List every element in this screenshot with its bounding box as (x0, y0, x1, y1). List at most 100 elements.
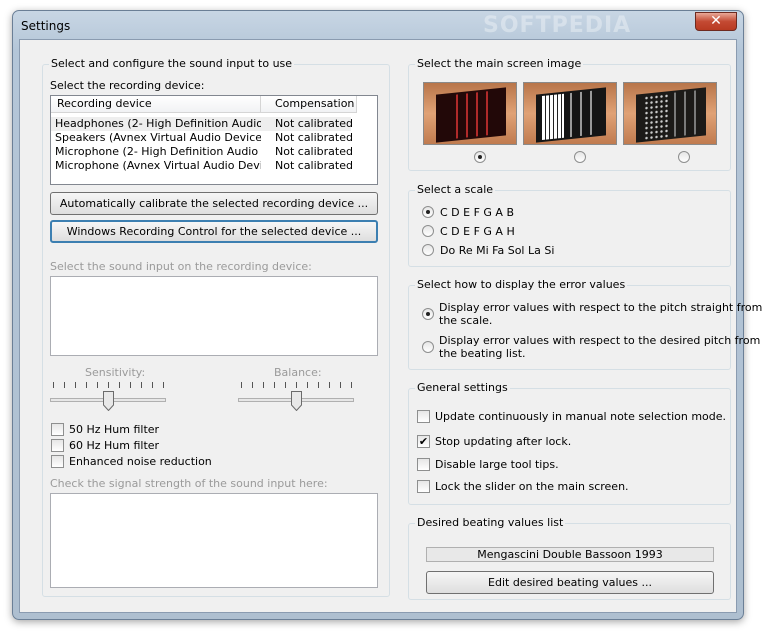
bellow (466, 93, 468, 138)
scale-radio-solfege[interactable] (422, 244, 434, 256)
hum-60-label[interactable]: 60 Hz Hum filter (69, 439, 159, 452)
device-compensation: Not calibrated (275, 131, 353, 144)
hum-50-label[interactable]: 50 Hz Hum filter (69, 423, 159, 436)
scale-option-label[interactable]: Do Re Mi Fa Sol La Si (440, 244, 554, 257)
error-option-2-label[interactable]: Display error values with respect to the… (439, 334, 760, 360)
recording-control-button[interactable]: Windows Recording Control for the select… (50, 220, 378, 243)
list-item[interactable]: Microphone (Avnex Virtual Audio Device) … (51, 159, 353, 173)
slider-tick (307, 382, 308, 388)
device-compensation: Not calibrated (275, 159, 353, 172)
beating-list-name: Mengascini Double Bassoon 1993 (426, 547, 714, 562)
slider-tick (108, 382, 109, 388)
device-name: Headphones (2- High Definition Audio De.… (55, 117, 261, 130)
beating-values-group: Desired beating values list Mengascini D… (408, 516, 731, 600)
sensitivity-label: Sensitivity: (85, 366, 146, 379)
watermark: SOFTPEDIA (483, 13, 632, 38)
bellow (570, 92, 572, 138)
button-board (644, 93, 668, 140)
bellow (694, 90, 696, 135)
device-name: Microphone (2- High Definition Audio De.… (55, 145, 261, 158)
recording-device-list[interactable]: Recording device Compensation Headphones… (50, 95, 378, 185)
screen-image-radio-1[interactable] (474, 151, 486, 163)
accordion-image-red[interactable] (423, 82, 517, 145)
bellow (580, 91, 582, 137)
column-recording-device[interactable]: Recording device (51, 96, 261, 113)
list-item[interactable]: Speakers (Avnex Virtual Audio Device) No… (51, 131, 353, 145)
window-title: Settings (21, 19, 71, 33)
auto-calibrate-button[interactable]: Automatically calibrate the selected rec… (50, 192, 378, 215)
error-option-2-line-1: Display error values with respect to the… (439, 334, 761, 347)
slider-tick (53, 382, 54, 388)
scale-radio-cdefgab[interactable] (422, 206, 434, 218)
slider-tick (340, 382, 341, 388)
bellow (590, 90, 592, 136)
disable-tooltips-checkbox[interactable] (417, 458, 430, 471)
slider-tick (252, 382, 253, 388)
sound-input-list[interactable] (50, 276, 378, 356)
error-option-1-line-2: the scale. (439, 314, 493, 327)
slider-tick (351, 382, 352, 388)
accordion-body (636, 87, 706, 143)
slider-tick (296, 382, 297, 388)
update-continuously-checkbox[interactable] (417, 410, 430, 423)
device-name: Microphone (Avnex Virtual Audio Device) (55, 159, 261, 172)
stop-updating-checkbox[interactable]: ✔ (417, 435, 430, 448)
screen-image-title: Select the main screen image (415, 57, 584, 70)
error-option-1-line-1: Display error values with respect to the… (439, 301, 763, 314)
balance-ticks (241, 382, 353, 390)
list-item[interactable]: Microphone (2- High Definition Audio De.… (51, 145, 353, 159)
beating-values-title: Desired beating values list (415, 516, 566, 529)
sensitivity-thumb[interactable] (103, 391, 114, 411)
hum-60-checkbox[interactable] (51, 439, 64, 452)
scale-option-label[interactable]: C D E F G A H (440, 225, 515, 238)
screen-image-radio-2[interactable] (574, 151, 586, 163)
title-bar[interactable]: Settings SOFTPEDIA ✕ (13, 11, 743, 39)
signal-strength-label: Check the signal strength of the sound i… (50, 477, 328, 490)
slider-tick (318, 382, 319, 388)
device-compensation: Not calibrated (275, 117, 353, 130)
bellow (684, 91, 686, 136)
lock-slider-label[interactable]: Lock the slider on the main screen. (435, 480, 629, 493)
noise-reduction-checkbox[interactable] (51, 455, 64, 468)
accordion-image-black[interactable] (523, 82, 617, 145)
scale-radio-cdefgah[interactable] (422, 225, 434, 237)
error-desired-pitch-radio[interactable] (422, 341, 434, 353)
error-pitch-scale-radio[interactable] (422, 308, 434, 320)
error-display-title: Select how to display the error values (415, 278, 628, 291)
disable-tooltips-label[interactable]: Disable large tool tips. (435, 458, 559, 471)
sound-input-group-title: Select and configure the sound input to … (49, 57, 295, 70)
slider-tick (263, 382, 264, 388)
update-continuously-label[interactable]: Update continuously in manual note selec… (435, 410, 726, 423)
close-button[interactable]: ✕ (695, 12, 737, 31)
slider-tick (274, 382, 275, 388)
bellow (456, 94, 458, 139)
edit-beating-values-button[interactable]: Edit desired beating values ... (426, 571, 714, 594)
bellow (486, 91, 488, 136)
error-display-group: Select how to display the error values D… (408, 278, 762, 370)
error-option-1-label[interactable]: Display error values with respect to the… (439, 301, 762, 327)
balance-thumb[interactable] (291, 391, 302, 411)
accordion-image-button[interactable] (623, 82, 717, 145)
slider-tick (130, 382, 131, 388)
stop-updating-label[interactable]: Stop updating after lock. (435, 435, 571, 448)
slider-tick (75, 382, 76, 388)
dialog-client: Select and configure the sound input to … (19, 39, 762, 613)
column-compensation[interactable]: Compensation (261, 96, 357, 113)
hum-50-checkbox[interactable] (51, 423, 64, 436)
sound-input-label: Select the sound input on the recording … (50, 260, 312, 273)
bellow (674, 92, 676, 137)
scale-group-title: Select a scale (415, 183, 496, 196)
sound-input-group: Select and configure the sound input to … (42, 57, 390, 597)
settings-window: Settings SOFTPEDIA ✕ Select and configur… (12, 10, 762, 620)
keyboard (542, 93, 564, 141)
list-header: Recording device Compensation (51, 96, 357, 113)
slider-tick (64, 382, 65, 388)
slider-tick (97, 382, 98, 388)
screen-image-radio-3[interactable] (678, 151, 690, 163)
scale-option-label[interactable]: C D E F G A B (440, 206, 514, 219)
lock-slider-checkbox[interactable] (417, 480, 430, 493)
slider-tick (241, 382, 242, 388)
slider-tick (141, 382, 142, 388)
noise-reduction-label[interactable]: Enhanced noise reduction (69, 455, 212, 468)
list-item[interactable]: Headphones (2- High Definition Audio De.… (51, 117, 353, 131)
